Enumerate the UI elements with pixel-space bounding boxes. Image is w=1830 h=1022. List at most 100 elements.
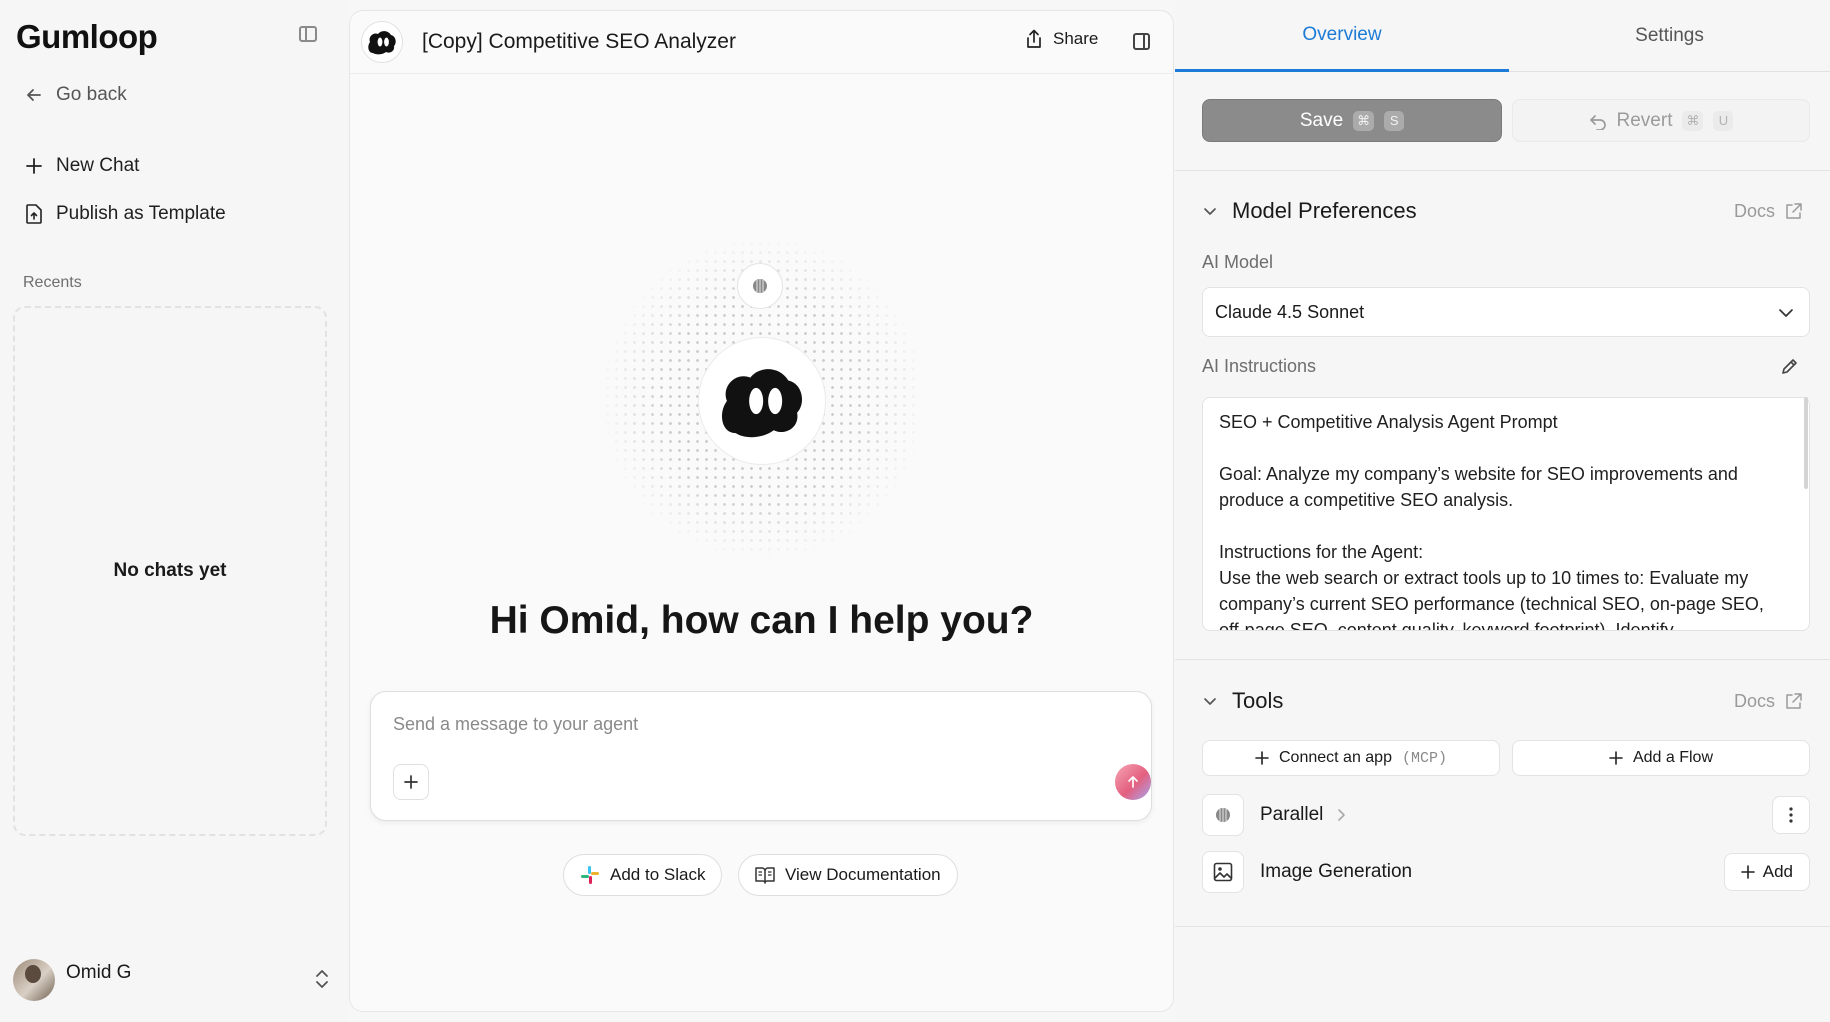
- share-button[interactable]: Share: [1025, 29, 1098, 49]
- avatar: [13, 959, 55, 1001]
- add-tool-button[interactable]: Add: [1723, 853, 1810, 891]
- attach-button[interactable]: [393, 764, 429, 800]
- shortcut-key: ⌘: [1682, 110, 1704, 131]
- tool-row-image-generation[interactable]: Image Generation Add: [1202, 850, 1810, 894]
- instructions-scrollbar[interactable]: [1804, 397, 1808, 489]
- user-menu[interactable]: Omid G: [13, 958, 331, 1002]
- shortcut-key: ⌘: [1353, 110, 1375, 131]
- external-link-icon: [1786, 693, 1802, 709]
- plus-icon: [1255, 751, 1269, 765]
- send-button[interactable]: [1115, 764, 1151, 800]
- tab-settings[interactable]: Settings: [1509, 0, 1830, 72]
- parallel-tool-icon: [737, 263, 783, 309]
- recents-heading: Recents: [23, 274, 82, 291]
- user-name: Omid G: [66, 962, 132, 983]
- tool-name: Image Generation: [1260, 861, 1413, 882]
- page-title: [Copy] Competitive SEO Analyzer: [422, 30, 736, 53]
- instructions-line: SEO + Competitive Analysis Agent Prompt: [1219, 412, 1558, 432]
- agent-logo-icon: [368, 31, 396, 55]
- tools-docs-link[interactable]: Docs: [1734, 691, 1802, 712]
- chevron-down-icon: [1779, 309, 1793, 317]
- divider: [1175, 926, 1830, 927]
- agent-avatar: [361, 21, 403, 63]
- book-icon: [755, 867, 775, 884]
- agent-logo-icon: [721, 369, 803, 438]
- docs-label: Docs: [1734, 691, 1776, 711]
- empty-state-text: No chats yet: [113, 560, 227, 581]
- new-chat-label: New Chat: [56, 155, 140, 176]
- add-tool-label: Add: [1762, 862, 1793, 881]
- tool-row-parallel[interactable]: Parallel: [1202, 793, 1810, 837]
- share-label: Share: [1053, 29, 1099, 48]
- publish-template-label: Publish as Template: [56, 203, 226, 224]
- instructions-line: Goal: Analyze my company’s website for S…: [1219, 464, 1738, 510]
- section-title: Model Preferences: [1232, 198, 1417, 223]
- chevron-up-down-icon: [316, 970, 328, 988]
- sidebar-collapse-icon[interactable]: [299, 26, 317, 42]
- revert-label: Revert: [1616, 109, 1673, 131]
- recents-list: No chats yet: [13, 306, 327, 836]
- chevron-down-icon: [1204, 698, 1216, 705]
- shortcut-key: S: [1384, 110, 1405, 131]
- ai-model-label: AI Model: [1202, 252, 1274, 272]
- save-label: Save: [1299, 109, 1344, 131]
- arrow-left-icon: [24, 85, 44, 105]
- revert-button[interactable]: Revert ⌘ U: [1512, 99, 1810, 142]
- section-title: Tools: [1232, 688, 1284, 713]
- plus-icon: [404, 775, 418, 789]
- more-vertical-icon: [1789, 807, 1793, 823]
- ai-model-value: Claude 4.5 Sonnet: [1215, 301, 1365, 322]
- arrow-up-icon: [1128, 776, 1138, 788]
- add-to-slack-label: Add to Slack: [610, 865, 706, 884]
- agent-config-panel: Overview Settings Save ⌘ S Revert ⌘ U Mo…: [1175, 0, 1830, 1022]
- brand-logo[interactable]: Gumloop: [16, 18, 158, 56]
- chat-panel: [Copy] Competitive SEO Analyzer Share Hi…: [349, 10, 1174, 1012]
- model-docs-link[interactable]: Docs: [1734, 201, 1802, 222]
- share-icon: [1027, 29, 1041, 48]
- new-chat-button[interactable]: New Chat: [24, 155, 139, 177]
- external-link-icon: [1786, 203, 1802, 219]
- mcp-tag: (MCP): [1401, 749, 1447, 767]
- tools-header[interactable]: Tools: [1202, 688, 1283, 714]
- message-composer: [370, 691, 1152, 821]
- parallel-icon: [1202, 794, 1244, 836]
- pencil-icon[interactable]: [1780, 356, 1800, 376]
- add-flow-button[interactable]: Add a Flow: [1512, 740, 1810, 776]
- divider: [1175, 659, 1830, 660]
- tab-overview[interactable]: Overview: [1175, 0, 1509, 72]
- connect-app-label: Connect an app: [1279, 749, 1392, 766]
- view-documentation-button[interactable]: View Documentation: [738, 854, 958, 896]
- ai-instructions-label: AI Instructions: [1202, 356, 1317, 376]
- tool-name: Parallel: [1260, 804, 1324, 825]
- chevron-right-icon: [1338, 809, 1346, 821]
- shortcut-key: U: [1713, 110, 1734, 131]
- go-back-link[interactable]: Go back: [24, 84, 127, 106]
- more-options-button[interactable]: [1772, 796, 1810, 834]
- model-preferences-header[interactable]: Model Preferences: [1202, 198, 1417, 224]
- publish-template-button[interactable]: Publish as Template: [24, 203, 226, 225]
- slack-icon: [581, 866, 599, 884]
- save-button[interactable]: Save ⌘ S: [1202, 99, 1502, 142]
- plus-icon: [1740, 865, 1755, 879]
- plus-icon: [1609, 751, 1623, 765]
- chevron-down-icon: [1204, 208, 1216, 215]
- sidebar: Gumloop Go back New Chat Publish as Temp…: [0, 0, 348, 1022]
- agent-logo-large: [698, 337, 826, 465]
- instructions-line: Use the web search or extract tools up t…: [1219, 568, 1764, 631]
- greeting-heading: Hi Omid, how can I help you?: [489, 599, 1034, 642]
- undo-icon: [1589, 114, 1606, 130]
- message-input[interactable]: [393, 714, 1093, 735]
- chat-header: [Copy] Competitive SEO Analyzer Share: [350, 11, 1173, 74]
- image-icon: [1202, 851, 1244, 893]
- add-flow-label: Add a Flow: [1632, 749, 1714, 766]
- file-upload-icon: [24, 204, 44, 224]
- go-back-label: Go back: [56, 84, 127, 105]
- connect-app-button[interactable]: Connect an app (MCP): [1202, 740, 1500, 776]
- docs-label: Docs: [1734, 201, 1776, 221]
- ai-instructions-text[interactable]: SEO + Competitive Analysis Agent Prompt …: [1202, 397, 1810, 631]
- add-to-slack-button[interactable]: Add to Slack: [563, 854, 723, 896]
- toggle-panel-icon[interactable]: [1133, 33, 1150, 50]
- divider: [1175, 170, 1830, 171]
- ai-model-select[interactable]: Claude 4.5 Sonnet: [1202, 287, 1810, 337]
- view-documentation-label: View Documentation: [785, 865, 941, 884]
